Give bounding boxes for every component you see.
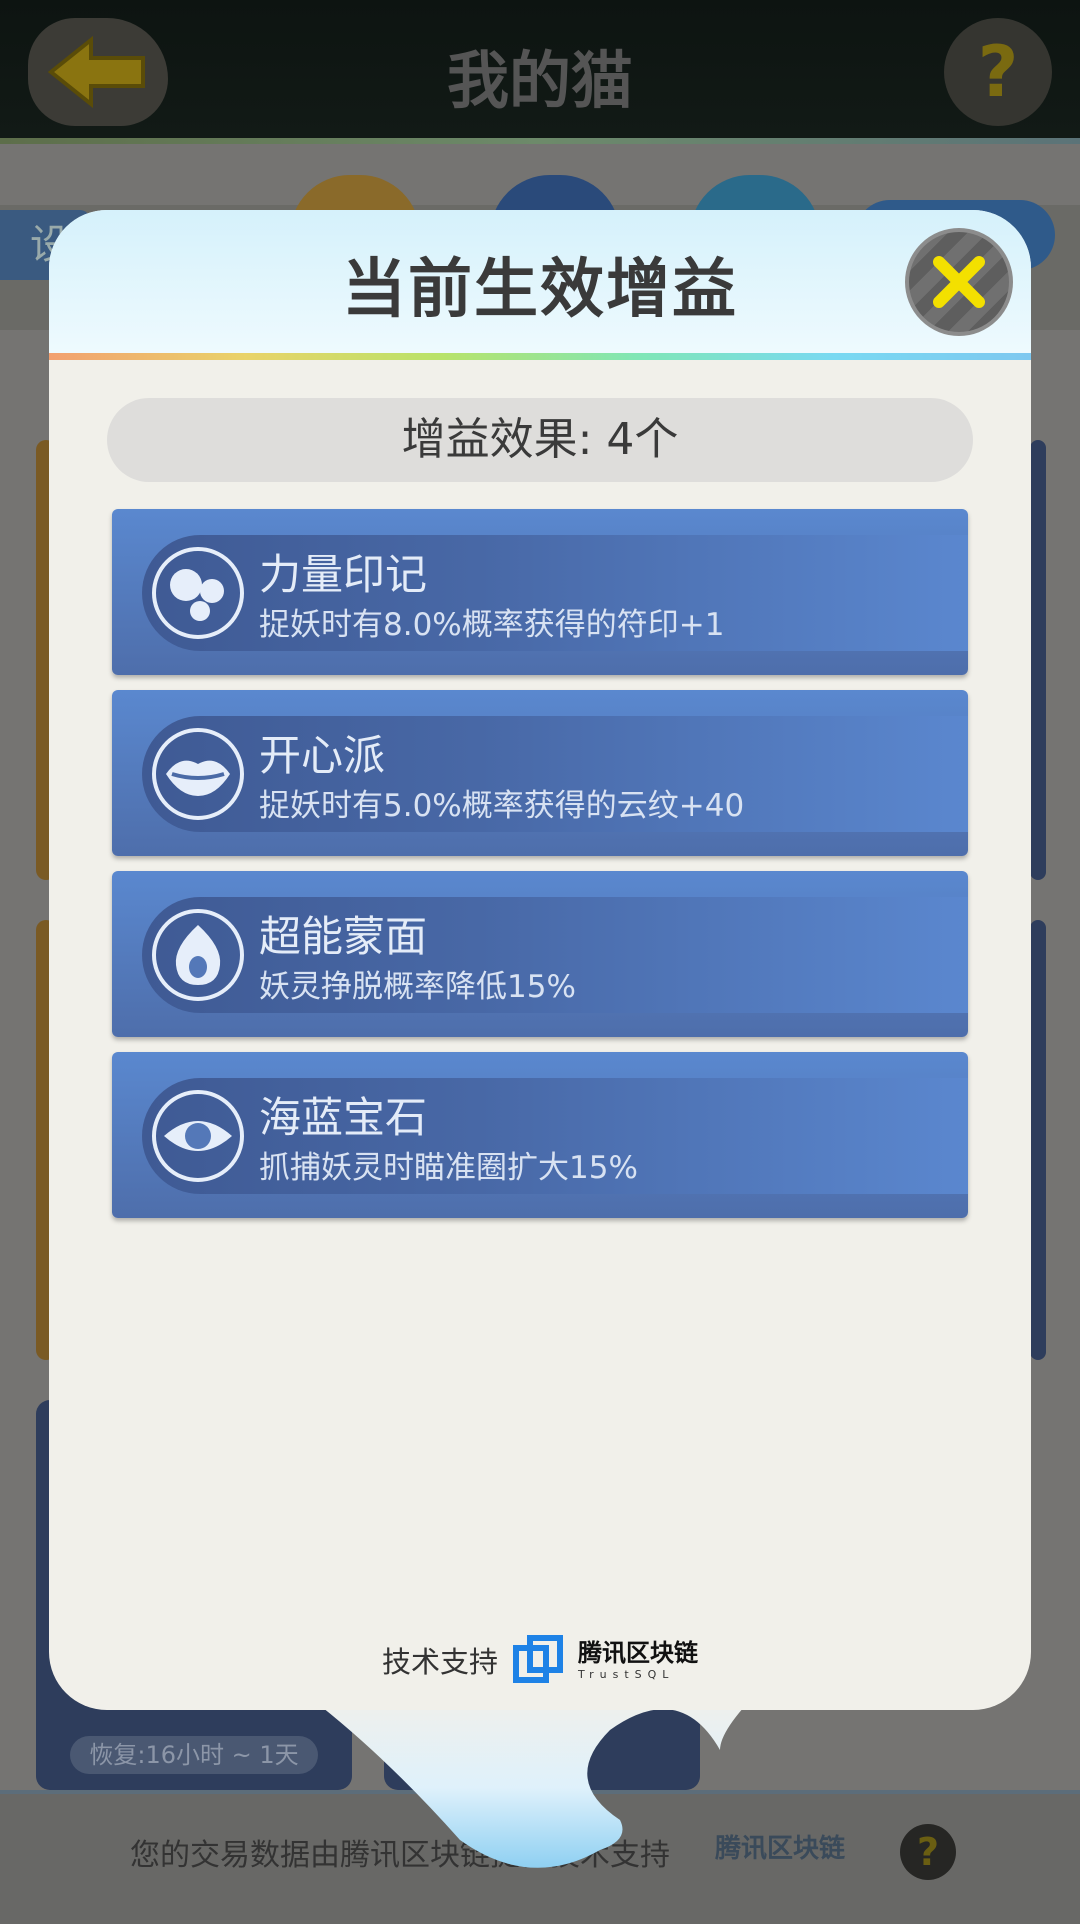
buff-name: 力量印记 (259, 550, 428, 599)
recovery-label: 恢复:16小时 ~ 1天 (70, 1736, 318, 1774)
modal-divider (49, 353, 1031, 360)
close-icon (933, 256, 985, 308)
page-title: 我的猫 (446, 44, 633, 117)
tencent-blockchain-logo-icon (513, 1635, 563, 1683)
buff-name: 开心派 (259, 731, 386, 780)
buff-item[interactable]: 开心派 捉妖时有5.0%概率获得的云纹+40 (112, 690, 968, 856)
buff-item[interactable]: 海蓝宝石 抓捕妖灵时瞄准圈扩大15% (112, 1052, 968, 1218)
buff-description: 妖灵挣脱概率降低15% (259, 969, 576, 1005)
egg-icon (152, 909, 244, 1001)
lips-icon (152, 728, 244, 820)
buff-name: 超能蒙面 (259, 912, 428, 961)
buff-item[interactable]: 超能蒙面 妖灵挣脱概率降低15% (112, 871, 968, 1037)
bottom-help-button[interactable]: ? (900, 1824, 956, 1880)
cat-card[interactable] (1030, 920, 1046, 1360)
buff-item[interactable]: 力量印记 捉妖时有8.0%概率获得的符印+1 (112, 509, 968, 675)
buff-description: 抓捕妖灵时瞄准圈扩大15% (259, 1150, 638, 1186)
modal-tail (300, 1690, 760, 1868)
tech-support: 技术支持 腾讯区块链 TrustSQL (49, 1630, 1031, 1690)
cat-card[interactable] (1030, 440, 1046, 880)
logo-en: TrustSQL (578, 1667, 675, 1681)
buff-count: 增益效果: 4个 (107, 398, 973, 482)
help-button[interactable]: ? (944, 18, 1052, 126)
buff-modal: 当前生效增益 增益效果: 4个 力量印记 捉妖时有8.0%概率获得的符印+1 开… (49, 210, 1031, 1710)
close-button[interactable] (905, 228, 1013, 336)
buff-list: 力量印记 捉妖时有8.0%概率获得的符印+1 开心派 捉妖时有5.0%概率获得的… (112, 509, 968, 1233)
buff-description: 捉妖时有8.0%概率获得的符印+1 (259, 607, 725, 643)
modal-title: 当前生效增益 (342, 253, 738, 327)
buff-description: 捉妖时有5.0%概率获得的云纹+40 (259, 788, 745, 824)
tencent-blockchain-logo: 腾讯区块链 TrustSQL (578, 1641, 698, 1680)
logo-cn: 腾讯区块链 (578, 1638, 698, 1667)
bubbles-icon (152, 547, 244, 639)
eye-icon (152, 1090, 244, 1182)
buff-name: 海蓝宝石 (259, 1093, 428, 1142)
tech-support-label: 技术支持 (381, 1645, 498, 1679)
